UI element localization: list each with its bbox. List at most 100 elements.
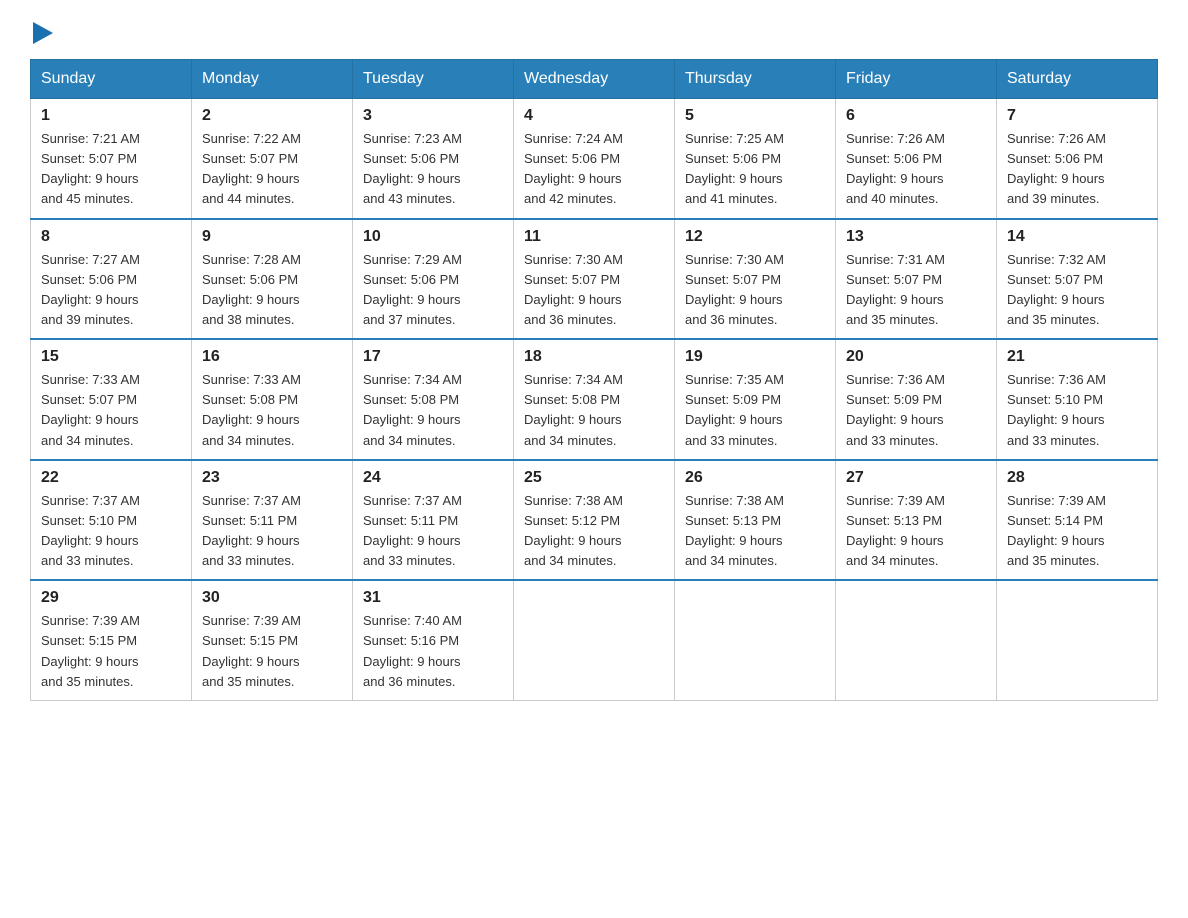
calendar-day-cell: 2 Sunrise: 7:22 AMSunset: 5:07 PMDayligh… [192, 99, 353, 219]
day-number: 7 [1007, 107, 1147, 125]
calendar-day-cell: 16 Sunrise: 7:33 AMSunset: 5:08 PMDaylig… [192, 339, 353, 460]
calendar-empty-cell [514, 580, 675, 700]
calendar-day-cell: 9 Sunrise: 7:28 AMSunset: 5:06 PMDayligh… [192, 219, 353, 340]
header-wednesday: Wednesday [514, 60, 675, 99]
day-info: Sunrise: 7:34 AMSunset: 5:08 PMDaylight:… [524, 370, 664, 451]
calendar-week-row: 22 Sunrise: 7:37 AMSunset: 5:10 PMDaylig… [31, 460, 1158, 581]
calendar-day-cell: 6 Sunrise: 7:26 AMSunset: 5:06 PMDayligh… [836, 99, 997, 219]
day-info: Sunrise: 7:32 AMSunset: 5:07 PMDaylight:… [1007, 250, 1147, 331]
calendar-day-cell: 15 Sunrise: 7:33 AMSunset: 5:07 PMDaylig… [31, 339, 192, 460]
calendar-day-cell: 30 Sunrise: 7:39 AMSunset: 5:15 PMDaylig… [192, 580, 353, 700]
day-number: 24 [363, 469, 503, 487]
day-info: Sunrise: 7:39 AMSunset: 5:14 PMDaylight:… [1007, 491, 1147, 572]
day-number: 10 [363, 228, 503, 246]
calendar-day-cell: 17 Sunrise: 7:34 AMSunset: 5:08 PMDaylig… [353, 339, 514, 460]
day-number: 30 [202, 589, 342, 607]
day-number: 20 [846, 348, 986, 366]
day-number: 26 [685, 469, 825, 487]
day-info: Sunrise: 7:33 AMSunset: 5:07 PMDaylight:… [41, 370, 181, 451]
day-number: 28 [1007, 469, 1147, 487]
calendar-day-cell: 8 Sunrise: 7:27 AMSunset: 5:06 PMDayligh… [31, 219, 192, 340]
calendar-week-row: 1 Sunrise: 7:21 AMSunset: 5:07 PMDayligh… [31, 99, 1158, 219]
day-info: Sunrise: 7:38 AMSunset: 5:12 PMDaylight:… [524, 491, 664, 572]
day-number: 6 [846, 107, 986, 125]
calendar-day-cell: 24 Sunrise: 7:37 AMSunset: 5:11 PMDaylig… [353, 460, 514, 581]
calendar-day-cell: 3 Sunrise: 7:23 AMSunset: 5:06 PMDayligh… [353, 99, 514, 219]
day-number: 3 [363, 107, 503, 125]
calendar-day-cell: 1 Sunrise: 7:21 AMSunset: 5:07 PMDayligh… [31, 99, 192, 219]
day-number: 14 [1007, 228, 1147, 246]
day-number: 25 [524, 469, 664, 487]
day-info: Sunrise: 7:30 AMSunset: 5:07 PMDaylight:… [524, 250, 664, 331]
calendar-day-cell: 31 Sunrise: 7:40 AMSunset: 5:16 PMDaylig… [353, 580, 514, 700]
day-info: Sunrise: 7:34 AMSunset: 5:08 PMDaylight:… [363, 370, 503, 451]
day-info: Sunrise: 7:39 AMSunset: 5:15 PMDaylight:… [41, 611, 181, 692]
day-number: 1 [41, 107, 181, 125]
calendar-day-cell: 12 Sunrise: 7:30 AMSunset: 5:07 PMDaylig… [675, 219, 836, 340]
day-info: Sunrise: 7:26 AMSunset: 5:06 PMDaylight:… [846, 129, 986, 210]
header-sunday: Sunday [31, 60, 192, 99]
day-number: 18 [524, 348, 664, 366]
calendar-empty-cell [836, 580, 997, 700]
calendar-day-cell: 13 Sunrise: 7:31 AMSunset: 5:07 PMDaylig… [836, 219, 997, 340]
day-info: Sunrise: 7:28 AMSunset: 5:06 PMDaylight:… [202, 250, 342, 331]
header-monday: Monday [192, 60, 353, 99]
day-info: Sunrise: 7:40 AMSunset: 5:16 PMDaylight:… [363, 611, 503, 692]
day-number: 9 [202, 228, 342, 246]
day-number: 15 [41, 348, 181, 366]
day-info: Sunrise: 7:36 AMSunset: 5:09 PMDaylight:… [846, 370, 986, 451]
calendar-day-cell: 11 Sunrise: 7:30 AMSunset: 5:07 PMDaylig… [514, 219, 675, 340]
calendar-day-cell: 28 Sunrise: 7:39 AMSunset: 5:14 PMDaylig… [997, 460, 1158, 581]
day-info: Sunrise: 7:37 AMSunset: 5:10 PMDaylight:… [41, 491, 181, 572]
calendar-day-cell: 20 Sunrise: 7:36 AMSunset: 5:09 PMDaylig… [836, 339, 997, 460]
day-info: Sunrise: 7:25 AMSunset: 5:06 PMDaylight:… [685, 129, 825, 210]
calendar-day-cell: 7 Sunrise: 7:26 AMSunset: 5:06 PMDayligh… [997, 99, 1158, 219]
day-info: Sunrise: 7:21 AMSunset: 5:07 PMDaylight:… [41, 129, 181, 210]
day-info: Sunrise: 7:31 AMSunset: 5:07 PMDaylight:… [846, 250, 986, 331]
day-info: Sunrise: 7:35 AMSunset: 5:09 PMDaylight:… [685, 370, 825, 451]
calendar-table: SundayMondayTuesdayWednesdayThursdayFrid… [30, 59, 1158, 701]
calendar-day-cell: 27 Sunrise: 7:39 AMSunset: 5:13 PMDaylig… [836, 460, 997, 581]
header-friday: Friday [836, 60, 997, 99]
calendar-day-cell: 5 Sunrise: 7:25 AMSunset: 5:06 PMDayligh… [675, 99, 836, 219]
day-info: Sunrise: 7:39 AMSunset: 5:15 PMDaylight:… [202, 611, 342, 692]
calendar-day-cell: 4 Sunrise: 7:24 AMSunset: 5:06 PMDayligh… [514, 99, 675, 219]
day-info: Sunrise: 7:39 AMSunset: 5:13 PMDaylight:… [846, 491, 986, 572]
header-thursday: Thursday [675, 60, 836, 99]
calendar-day-cell: 14 Sunrise: 7:32 AMSunset: 5:07 PMDaylig… [997, 219, 1158, 340]
calendar-header-row: SundayMondayTuesdayWednesdayThursdayFrid… [31, 60, 1158, 99]
day-info: Sunrise: 7:27 AMSunset: 5:06 PMDaylight:… [41, 250, 181, 331]
day-number: 13 [846, 228, 986, 246]
day-number: 5 [685, 107, 825, 125]
day-info: Sunrise: 7:33 AMSunset: 5:08 PMDaylight:… [202, 370, 342, 451]
day-info: Sunrise: 7:26 AMSunset: 5:06 PMDaylight:… [1007, 129, 1147, 210]
day-info: Sunrise: 7:23 AMSunset: 5:06 PMDaylight:… [363, 129, 503, 210]
calendar-week-row: 29 Sunrise: 7:39 AMSunset: 5:15 PMDaylig… [31, 580, 1158, 700]
calendar-day-cell: 22 Sunrise: 7:37 AMSunset: 5:10 PMDaylig… [31, 460, 192, 581]
day-number: 8 [41, 228, 181, 246]
day-info: Sunrise: 7:37 AMSunset: 5:11 PMDaylight:… [202, 491, 342, 572]
logo [30, 20, 53, 49]
calendar-day-cell: 26 Sunrise: 7:38 AMSunset: 5:13 PMDaylig… [675, 460, 836, 581]
calendar-day-cell: 10 Sunrise: 7:29 AMSunset: 5:06 PMDaylig… [353, 219, 514, 340]
day-number: 11 [524, 228, 664, 246]
calendar-empty-cell [997, 580, 1158, 700]
day-number: 27 [846, 469, 986, 487]
calendar-day-cell: 25 Sunrise: 7:38 AMSunset: 5:12 PMDaylig… [514, 460, 675, 581]
day-info: Sunrise: 7:37 AMSunset: 5:11 PMDaylight:… [363, 491, 503, 572]
day-number: 19 [685, 348, 825, 366]
day-number: 2 [202, 107, 342, 125]
day-info: Sunrise: 7:38 AMSunset: 5:13 PMDaylight:… [685, 491, 825, 572]
header-saturday: Saturday [997, 60, 1158, 99]
day-number: 31 [363, 589, 503, 607]
day-number: 22 [41, 469, 181, 487]
calendar-day-cell: 18 Sunrise: 7:34 AMSunset: 5:08 PMDaylig… [514, 339, 675, 460]
day-number: 4 [524, 107, 664, 125]
calendar-day-cell: 19 Sunrise: 7:35 AMSunset: 5:09 PMDaylig… [675, 339, 836, 460]
day-info: Sunrise: 7:36 AMSunset: 5:10 PMDaylight:… [1007, 370, 1147, 451]
calendar-day-cell: 21 Sunrise: 7:36 AMSunset: 5:10 PMDaylig… [997, 339, 1158, 460]
logo-arrow-icon [33, 22, 53, 44]
day-info: Sunrise: 7:24 AMSunset: 5:06 PMDaylight:… [524, 129, 664, 210]
day-number: 21 [1007, 348, 1147, 366]
page-header [30, 20, 1158, 49]
